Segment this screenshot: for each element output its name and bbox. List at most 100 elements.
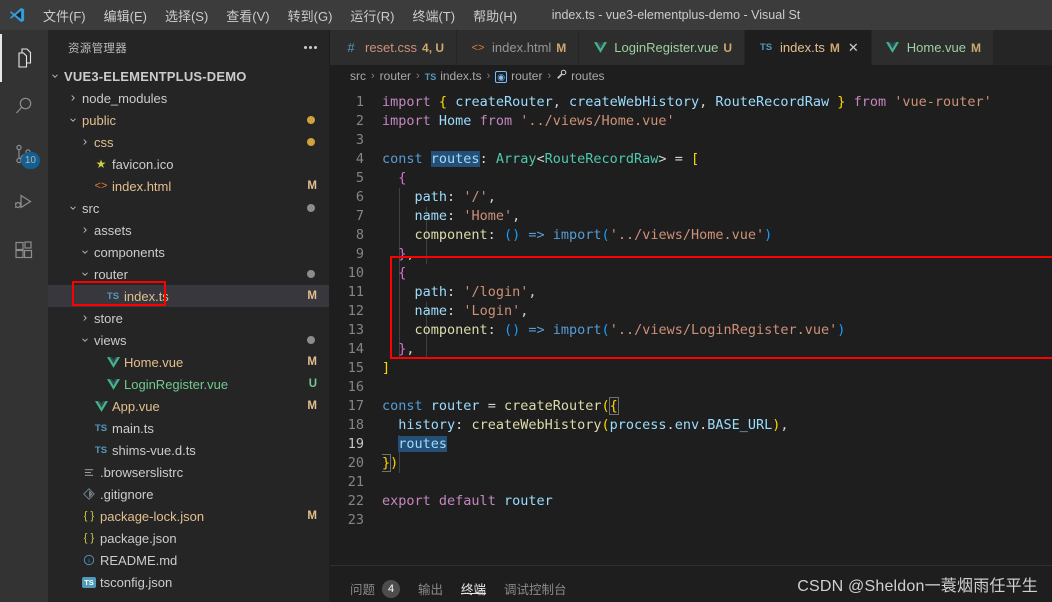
source-control-icon[interactable]: 10 <box>0 130 48 178</box>
tree-item--browserslistrc[interactable]: .browserslistrc <box>48 461 329 483</box>
file-tree: VUE3-ELEMENTPLUS-DEMO node_modulespublic… <box>48 65 329 602</box>
menu-run[interactable]: 运行(R) <box>341 3 403 28</box>
search-icon[interactable] <box>0 82 48 130</box>
tree-item-tsconfig-json[interactable]: TS tsconfig.json <box>48 571 329 593</box>
line-number: 18 <box>347 417 364 433</box>
tab-label: index.html <box>492 40 552 55</box>
close-icon[interactable]: ✕ <box>848 41 859 54</box>
tree-item-label: main.ts <box>112 420 154 436</box>
typescript-file-icon: TS <box>424 72 437 82</box>
tree-item-index-ts[interactable]: TS index.ts M <box>48 285 329 307</box>
editor-tab-reset-css[interactable]: # reset.css 4, U <box>330 30 458 65</box>
menu-edit[interactable]: 编辑(E) <box>95 3 156 28</box>
panel-tab-terminal[interactable]: 终端 <box>461 566 487 602</box>
tree-item-shims-vue-d-ts[interactable]: TS shims-vue.d.ts <box>48 439 329 461</box>
tab-status-modifier: U <box>723 40 733 55</box>
chevron-down-icon <box>78 247 92 257</box>
tree-item-views[interactable]: views <box>48 329 329 351</box>
editor-tab-bar: # reset.css 4, U <> index.html M LoginRegister… <box>330 30 1052 65</box>
chevron-down-icon <box>78 335 92 345</box>
editor-tab-home-vue[interactable]: Home.vue M <box>871 30 994 65</box>
code-line-14: }, <box>398 341 415 357</box>
menu-view[interactable]: 查看(V) <box>217 3 278 28</box>
tree-item-label: README.md <box>100 552 178 568</box>
workbench-body: 10 资源管理器 VUE3-ELEMENTPLUS-DEMO node_modu… <box>0 30 1052 602</box>
menu-bar: 文件(F) 编辑(E) 选择(S) 查看(V) 转到(G) 运行(R) 终端(T… <box>34 3 526 28</box>
tree-item-package-lock-json[interactable]: { } package-lock.json M <box>48 505 329 527</box>
tree-item-index-html[interactable]: <> index.html M <box>48 175 329 197</box>
tree-item-label: index.ts <box>124 288 169 304</box>
folder-change-dot-icon <box>307 270 315 278</box>
git-status-badge: M <box>307 290 317 302</box>
panel-tab-debug-console[interactable]: 调试控制台 <box>504 566 567 602</box>
tree-item-app-vue[interactable]: App.vue M <box>48 395 329 417</box>
tree-item-favicon-ico[interactable]: ★ favicon.ico <box>48 153 329 175</box>
watermark-text: CSDN @Sheldon一蓑烟雨任平生 <box>797 578 1038 595</box>
editor-tab-index-html[interactable]: <> index.html M <box>457 30 580 65</box>
title-bar: 文件(F) 编辑(E) 选择(S) 查看(V) 转到(G) 运行(R) 终端(T… <box>0 0 1052 30</box>
menu-help[interactable]: 帮助(H) <box>464 3 526 28</box>
menu-go[interactable]: 转到(G) <box>279 3 342 28</box>
line-number: 3 <box>355 132 364 148</box>
line-number: 23 <box>347 512 364 528</box>
breadcrumb-item-src[interactable]: src <box>350 69 366 83</box>
explorer-icon[interactable] <box>0 34 48 82</box>
git-file-icon <box>80 488 98 500</box>
menu-selection[interactable]: 选择(S) <box>156 3 217 28</box>
tree-item-label: src <box>82 200 100 216</box>
tab-status-modifier: M <box>556 40 567 55</box>
run-debug-icon[interactable] <box>0 178 48 226</box>
tab-label: reset.css <box>365 40 418 55</box>
breadcrumb-label: src <box>350 69 366 83</box>
tree-item-components[interactable]: components <box>48 241 329 263</box>
tree-item-assets[interactable]: assets <box>48 219 329 241</box>
tree-root-folder[interactable]: VUE3-ELEMENTPLUS-DEMO <box>48 65 329 87</box>
tree-item-loginregister-vue[interactable]: LoginRegister.vue U <box>48 373 329 395</box>
line-number: 4 <box>355 151 364 167</box>
tree-item-node-modules[interactable]: node_modules <box>48 87 329 109</box>
line-number: 10 <box>347 265 364 281</box>
line-number: 8 <box>355 227 364 243</box>
chevron-down-icon <box>66 115 80 125</box>
tree-item-router[interactable]: router <box>48 263 329 285</box>
code-line-11: path: '/login', <box>414 284 537 300</box>
tree-item-readme-md[interactable]: i README.md <box>48 549 329 571</box>
tree-item-src[interactable]: src <box>48 197 329 219</box>
explorer-more-actions-icon[interactable] <box>304 46 317 49</box>
line-number: 14 <box>347 341 364 357</box>
tree-item-main-ts[interactable]: TS main.ts <box>48 417 329 439</box>
json-file-icon: { } <box>83 532 95 544</box>
tree-item-label: node_modules <box>82 90 168 106</box>
menu-file[interactable]: 文件(F) <box>34 3 95 28</box>
tree-item-package-json[interactable]: { } package.json <box>48 527 329 549</box>
tree-item-label: components <box>94 244 165 260</box>
line-number: 13 <box>347 322 364 338</box>
panel-tab-debug-console-label: 调试控制台 <box>504 583 567 597</box>
extensions-icon[interactable] <box>0 226 48 274</box>
breadcrumb-item-index-ts[interactable]: TS index.ts <box>425 69 482 83</box>
line-number: 9 <box>355 246 364 262</box>
panel-tab-problems[interactable]: 问题 4 <box>350 566 401 602</box>
breadcrumb-item-routes[interactable]: routes <box>556 69 605 83</box>
breadcrumb-item-router[interactable]: router <box>380 69 411 83</box>
tree-item-store[interactable]: store <box>48 307 329 329</box>
editor-tab-index-ts[interactable]: TS index.ts M ✕ <box>745 30 872 65</box>
editor-tab-loginregister-vue[interactable]: LoginRegister.vue U <box>579 30 746 65</box>
menu-terminal[interactable]: 终端(T) <box>403 3 464 28</box>
typescript-file-icon: TS <box>106 290 120 302</box>
breadcrumb-item-router[interactable]: ◉ router <box>495 69 542 83</box>
chevron-down-icon <box>48 71 62 81</box>
tree-item-label: favicon.ico <box>112 156 174 172</box>
tree-item-css[interactable]: css <box>48 131 329 153</box>
vue-file-icon <box>591 42 609 53</box>
tree-item-home-vue[interactable]: Home.vue M <box>48 351 329 373</box>
panel-tab-output[interactable]: 输出 <box>418 566 443 602</box>
code-content[interactable]: import { createRouter, createWebHistory,… <box>382 87 1052 565</box>
tree-item--gitignore[interactable]: .gitignore <box>48 483 329 505</box>
chevron-right-icon <box>78 313 92 323</box>
typescript-file-icon: TS <box>759 42 773 53</box>
line-number: 2 <box>355 113 364 129</box>
tree-item-public[interactable]: public <box>48 109 329 131</box>
code-editor[interactable]: 1 2 3 4 5 6 7 8 9 10 11 12 13 14 15 16 17 18 19 20 21 22 23 im… <box>330 87 1052 565</box>
